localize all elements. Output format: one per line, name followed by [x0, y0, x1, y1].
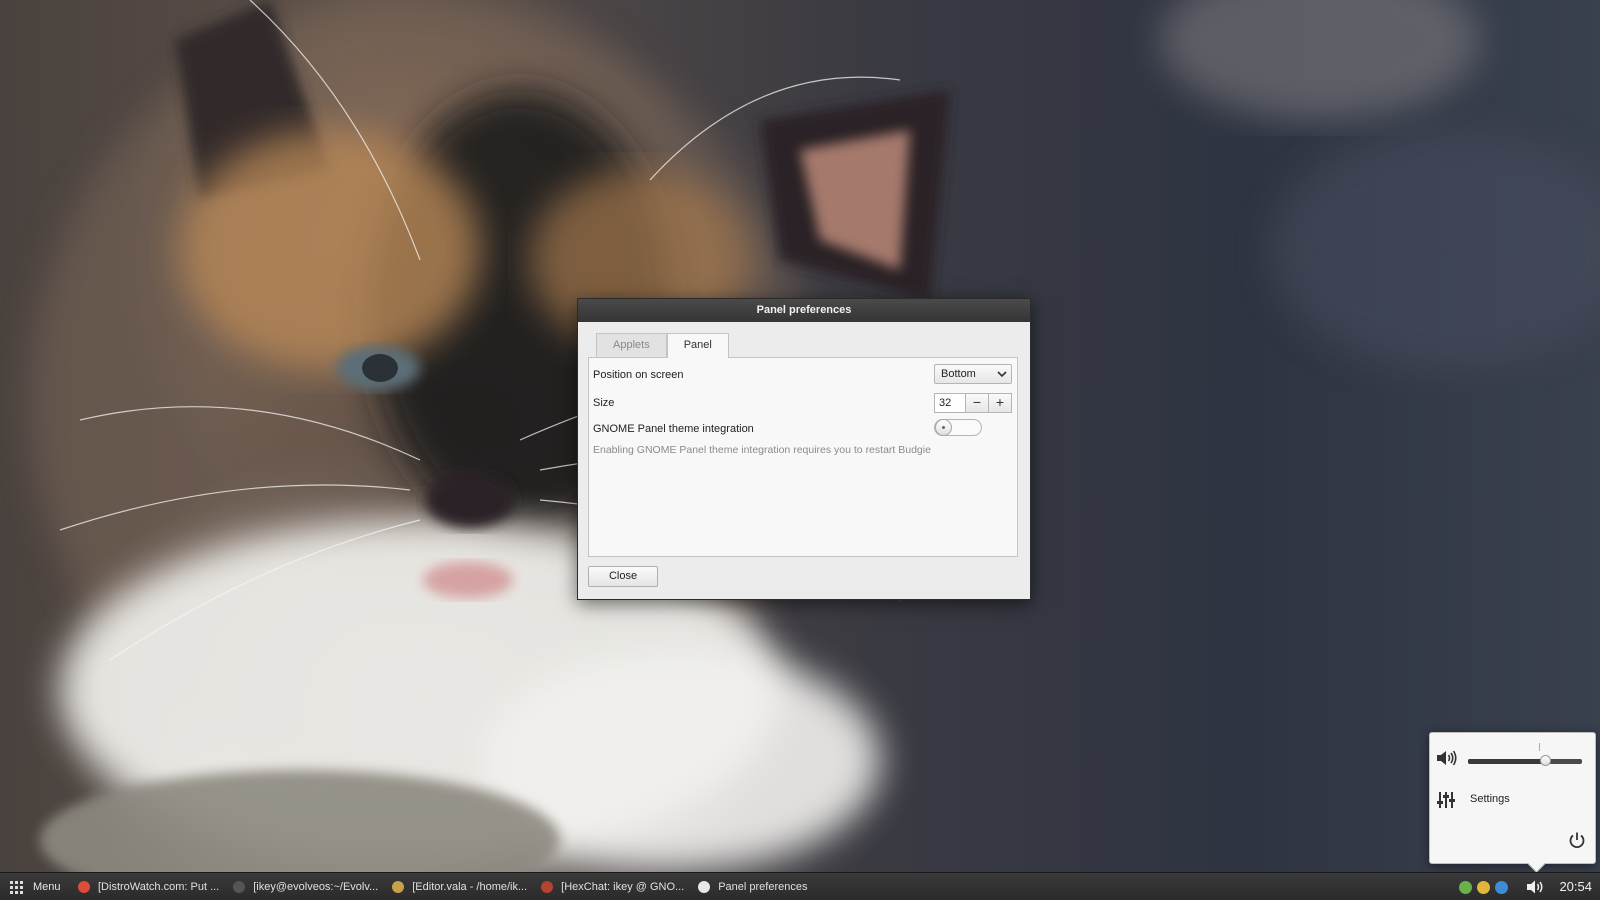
dialog-titlebar[interactable]: Panel preferences	[578, 299, 1030, 322]
tab-bar: Applets Panel	[596, 333, 729, 358]
task-distrowatch[interactable]: [DistroWatch.com: Put ...	[74, 873, 227, 900]
hexchat-icon	[541, 881, 554, 893]
chrome-tray-icon[interactable]	[1477, 880, 1490, 894]
task-label: [DistroWatch.com: Put ...	[98, 881, 220, 893]
preferences-icon	[698, 881, 711, 893]
switch-knob	[935, 419, 952, 436]
theme-integration-switch[interactable]	[934, 419, 982, 436]
desktop: Panel preferences Applets Panel Position…	[0, 0, 1600, 900]
volume-slider-handle[interactable]	[1539, 755, 1551, 766]
tab-panel[interactable]: Panel	[666, 333, 729, 358]
clock[interactable]: 20:54	[1559, 873, 1592, 900]
size-increment-button[interactable]: +	[989, 393, 1012, 413]
restart-hint: Enabling GNOME Panel theme integration r…	[593, 444, 931, 456]
size-decrement-button[interactable]: −	[966, 393, 989, 413]
menu-label: Menu	[33, 881, 61, 893]
updates-icon[interactable]	[1495, 880, 1508, 894]
power-icon[interactable]	[1568, 831, 1586, 849]
speaker-icon[interactable]	[1435, 749, 1457, 767]
dialog-title: Panel preferences	[756, 304, 852, 316]
chrome-icon	[78, 881, 90, 893]
task-label: Panel preferences	[718, 881, 808, 893]
volume-slider[interactable]	[1468, 755, 1582, 766]
task-list: [DistroWatch.com: Put ... [ikey@evolveos…	[74, 873, 817, 900]
position-label: Position on screen	[593, 369, 684, 381]
preferences-notebook: Applets Panel Position on screen Bottom …	[588, 333, 1018, 557]
tab-applets[interactable]: Applets	[596, 333, 667, 357]
terminal-icon	[233, 881, 246, 893]
task-editor[interactable]: [Editor.vala - /home/ik...	[388, 873, 535, 900]
position-value: Bottom	[941, 368, 976, 380]
slider-tick-mark	[1539, 743, 1540, 751]
network-icon[interactable]	[1459, 880, 1472, 894]
volume-tray-icon[interactable]	[1526, 879, 1546, 895]
task-panel-preferences[interactable]: Panel preferences	[694, 873, 815, 900]
mixer-settings-icon	[1437, 792, 1455, 808]
size-label: Size	[593, 397, 615, 409]
task-label: [Editor.vala - /home/ik...	[412, 881, 528, 893]
menu-button[interactable]: Menu	[10, 873, 61, 900]
task-label: [ikey@evolveos:~/Evolv...	[253, 881, 379, 893]
taskbar: Menu [DistroWatch.com: Put ... [ikey@evo…	[0, 872, 1600, 900]
task-hexchat[interactable]: [HexChat: ikey @ GNO...	[537, 873, 692, 900]
size-entry[interactable]: 32	[934, 393, 966, 413]
size-spinbutton: 32 − +	[934, 393, 1012, 413]
task-terminal[interactable]: [ikey@evolveos:~/Evolv...	[229, 873, 386, 900]
panel-preferences-dialog: Panel preferences Applets Panel Position…	[577, 298, 1031, 600]
system-tray	[1454, 880, 1508, 894]
settings-label: Settings	[1470, 793, 1510, 805]
theme-integration-label: GNOME Panel theme integration	[593, 423, 754, 435]
close-button[interactable]: Close	[588, 566, 658, 587]
editor-icon	[392, 881, 405, 893]
task-label: [HexChat: ikey @ GNO...	[561, 881, 685, 893]
apps-grid-icon	[10, 880, 23, 894]
panel-tab-page: Position on screen Bottom Size 32 − + GN…	[588, 357, 1018, 557]
volume-slider-fill	[1468, 759, 1546, 764]
sound-popover: Settings	[1429, 732, 1596, 873]
sound-settings-item[interactable]: Settings	[1430, 785, 1595, 815]
chevron-down-icon	[997, 365, 1007, 390]
position-dropdown[interactable]: Bottom	[934, 364, 1012, 384]
